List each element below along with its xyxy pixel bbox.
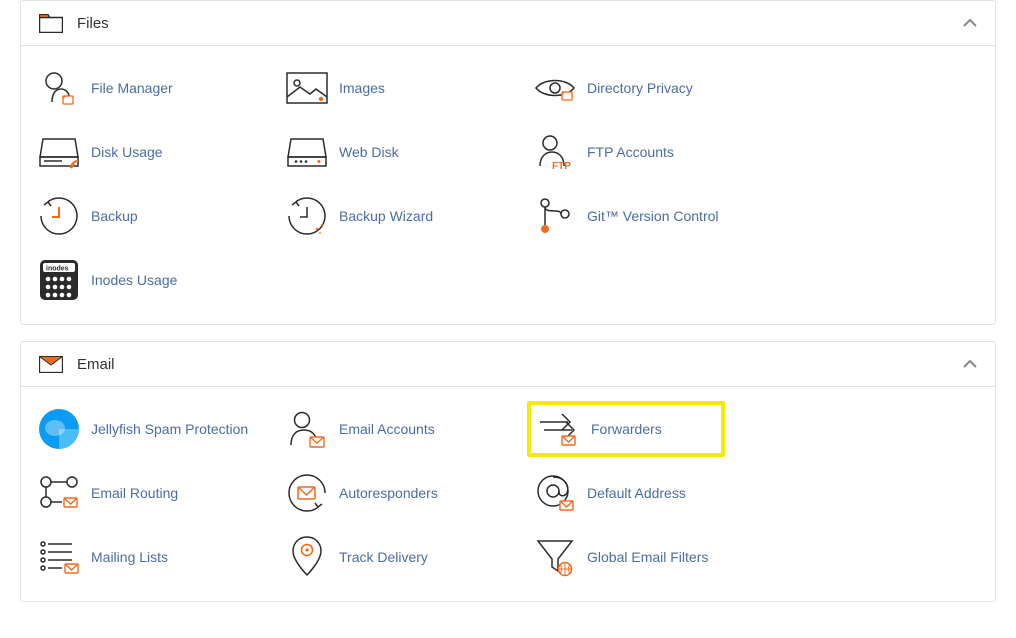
item-label: Images [339, 80, 385, 96]
item-label: Jellyfish Spam Protection [91, 421, 248, 437]
images-icon [285, 66, 329, 110]
item-mailing-lists[interactable]: Mailing Lists [27, 525, 275, 589]
inodes-icon: inodes [37, 258, 81, 302]
panel-email-title: Email [77, 356, 963, 373]
item-backup[interactable]: Backup [27, 184, 275, 248]
chevron-up-icon [963, 19, 977, 28]
item-label: Directory Privacy [587, 80, 693, 96]
mailing-lists-icon [37, 535, 81, 579]
item-label: Global Email Filters [587, 549, 708, 565]
email-accounts-icon [285, 407, 329, 451]
chevron-up-icon [963, 360, 977, 369]
jellyfish-icon [37, 407, 81, 451]
file-manager-icon [37, 66, 81, 110]
folder-icon [39, 13, 65, 33]
item-label: FTP Accounts [587, 144, 674, 160]
panel-email: Email Jellyfish Spam Protection [20, 341, 996, 602]
backup-wizard-icon [285, 194, 329, 238]
item-email-routing[interactable]: Email Routing [27, 461, 275, 525]
forwarders-icon [537, 407, 581, 451]
item-images[interactable]: Images [275, 56, 523, 120]
global-filters-icon [533, 535, 577, 579]
item-default-address[interactable]: Default Address [523, 461, 771, 525]
item-forwarders[interactable]: Forwarders [523, 397, 771, 461]
git-icon [533, 194, 577, 238]
panel-files-body: File Manager Images [21, 46, 995, 324]
svg-text:FTP: FTP [552, 161, 571, 172]
directory-privacy-icon [533, 66, 577, 110]
item-track-delivery[interactable]: Track Delivery [275, 525, 523, 589]
item-label: Track Delivery [339, 549, 428, 565]
item-label: Email Accounts [339, 421, 435, 437]
item-label: Autoresponders [339, 485, 438, 501]
item-global-filters[interactable]: Global Email Filters [523, 525, 771, 589]
item-web-disk[interactable]: Web Disk [275, 120, 523, 184]
panel-files: Files File Manager [20, 0, 996, 325]
item-label: Disk Usage [91, 144, 163, 160]
disk-usage-icon [37, 130, 81, 174]
track-delivery-icon [285, 535, 329, 579]
item-file-manager[interactable]: File Manager [27, 56, 275, 120]
item-backup-wizard[interactable]: Backup Wizard [275, 184, 523, 248]
item-label: Forwarders [591, 421, 662, 437]
default-address-icon [533, 471, 577, 515]
item-git[interactable]: Git™ Version Control [523, 184, 771, 248]
item-autoresponders[interactable]: Autoresponders [275, 461, 523, 525]
email-routing-icon [37, 471, 81, 515]
envelope-icon [39, 354, 65, 374]
panel-files-title: Files [77, 15, 963, 32]
item-inodes[interactable]: inodes Inodes Usage [27, 248, 275, 312]
backup-icon [37, 194, 81, 238]
panel-files-header[interactable]: Files [21, 1, 995, 46]
item-label: Git™ Version Control [587, 208, 719, 224]
ftp-accounts-icon: FTP [533, 130, 577, 174]
item-label: Email Routing [91, 485, 178, 501]
item-label: Backup Wizard [339, 208, 433, 224]
item-ftp-accounts[interactable]: FTP FTP Accounts [523, 120, 771, 184]
highlight-forwarders: Forwarders [527, 401, 725, 457]
item-label: Backup [91, 208, 138, 224]
item-email-accounts[interactable]: Email Accounts [275, 397, 523, 461]
item-label: File Manager [91, 80, 173, 96]
panel-email-body: Jellyfish Spam Protection Email Accounts [21, 387, 995, 601]
item-directory-privacy[interactable]: Directory Privacy [523, 56, 771, 120]
autoresponders-icon [285, 471, 329, 515]
item-jellyfish[interactable]: Jellyfish Spam Protection [27, 397, 275, 461]
panel-email-header[interactable]: Email [21, 342, 995, 387]
item-label: Web Disk [339, 144, 399, 160]
item-label: Mailing Lists [91, 549, 168, 565]
item-label: Inodes Usage [91, 272, 177, 288]
item-disk-usage[interactable]: Disk Usage [27, 120, 275, 184]
svg-text:inodes: inodes [46, 266, 69, 273]
item-label: Default Address [587, 485, 686, 501]
web-disk-icon [285, 130, 329, 174]
